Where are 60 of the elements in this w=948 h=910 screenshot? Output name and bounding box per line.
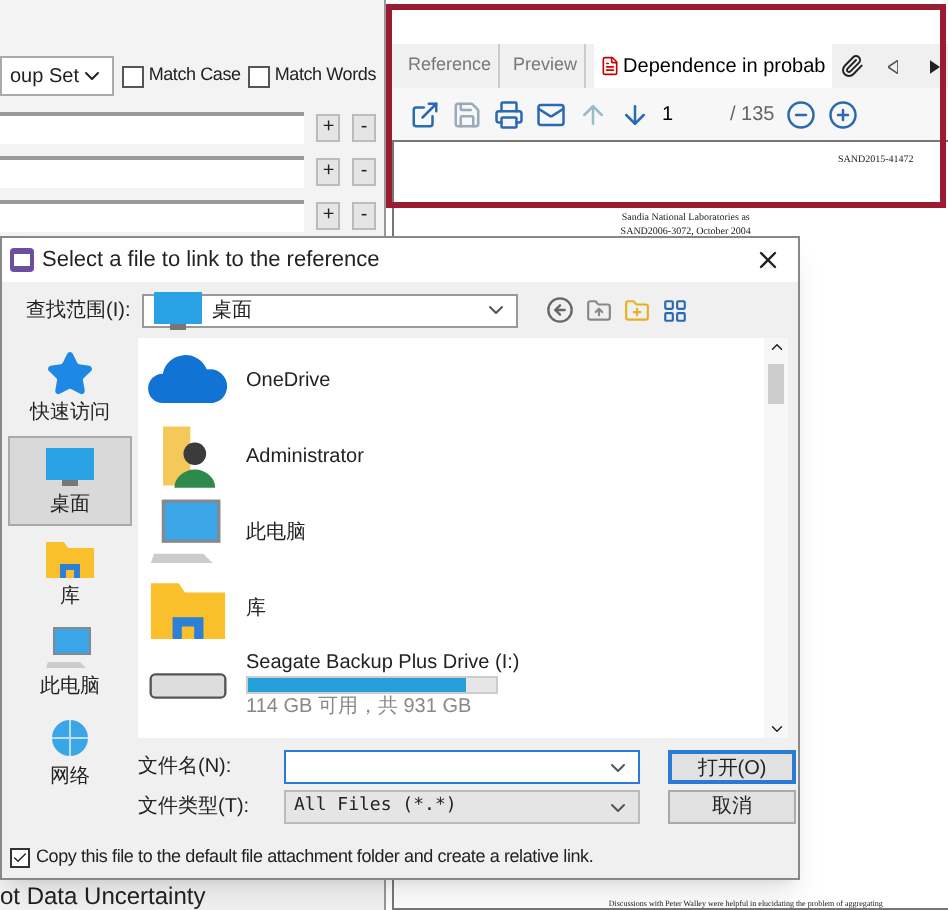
search-field[interactable] [0,112,305,144]
scroll-down-icon[interactable] [767,720,785,738]
copy-checkbox[interactable]: Copy this file to the default file attachment folder and create a relative link. [2,838,798,878]
section-heading: ot Data Uncertainty [0,882,208,910]
page-total: / 135 [730,101,775,129]
file-type-label: 文件类型(T): [138,793,252,822]
file-name-field[interactable] [284,750,640,784]
open-button[interactable]: 打开(O) [668,750,796,784]
dialog-title: Select a file to link to the reference [42,245,382,276]
look-in-dropdown[interactable]: 桌面 [142,293,519,327]
open-external-icon[interactable] [410,99,440,129]
remove-button[interactable]: - [352,114,376,142]
search-field[interactable] [0,200,305,232]
file-item[interactable]: 库 [146,574,764,642]
pdf-icon [599,56,620,76]
add-button[interactable]: + [316,158,341,186]
zoom-out-icon[interactable] [786,99,817,129]
star-icon [46,350,94,398]
computer-icon [44,624,96,672]
mail-icon[interactable] [536,99,566,129]
left-arrow-icon[interactable] [887,59,898,73]
paperclip-icon[interactable] [839,54,864,78]
group-set-dropdown[interactable]: oup Set [0,56,115,96]
check-icon [12,850,28,866]
zoom-in-icon[interactable] [828,99,859,129]
look-in-label: 查找范围(I): [26,297,131,325]
remove-button[interactable]: - [352,158,376,186]
back-icon[interactable] [546,296,575,324]
page-number: 1 [662,101,676,129]
match-checkbox[interactable]: Match Case [122,62,241,90]
file-name-label: 文件名(N): [138,753,234,782]
place-item[interactable]: 库 [8,530,132,616]
scroll-up-icon[interactable] [767,338,785,356]
match-checkbox[interactable]: Match Words [248,62,376,90]
file-item[interactable]: 此电脑 [146,498,764,566]
file-item[interactable]: Administrator [146,422,764,490]
remove-button[interactable]: - [352,202,376,230]
tab[interactable]: Dependence in probab [593,44,832,88]
drive-icon [148,671,228,699]
file-item[interactable]: Seagate Backup Plus Drive (I:) 114 GB 可用，共 931 GB [146,650,764,720]
print-icon[interactable] [494,99,524,129]
right-arrow-icon[interactable] [929,59,940,73]
monitor-icon [152,286,205,334]
view-menu-icon[interactable] [662,297,689,323]
file-type-dropdown[interactable]: All Files (*.*) [284,790,640,824]
folder-up-icon[interactable] [586,297,613,323]
file-item[interactable]: OneDrive [146,346,764,414]
place-item[interactable]: 网络 [8,710,132,796]
add-button[interactable]: + [316,202,341,230]
cancel-button[interactable]: 取消 [668,790,796,824]
search-field[interactable] [0,156,305,188]
scrollbar-thumb[interactable] [768,364,784,404]
app-icon [10,248,34,272]
monitor-icon [44,442,96,490]
place-item[interactable]: 桌面 [8,436,132,526]
add-button[interactable]: + [316,114,341,142]
close-icon[interactable] [754,246,782,274]
place-item[interactable]: 快速访问 [8,346,132,432]
down-arrow-icon[interactable] [620,99,650,129]
place-item[interactable]: 此电脑 [8,620,132,706]
